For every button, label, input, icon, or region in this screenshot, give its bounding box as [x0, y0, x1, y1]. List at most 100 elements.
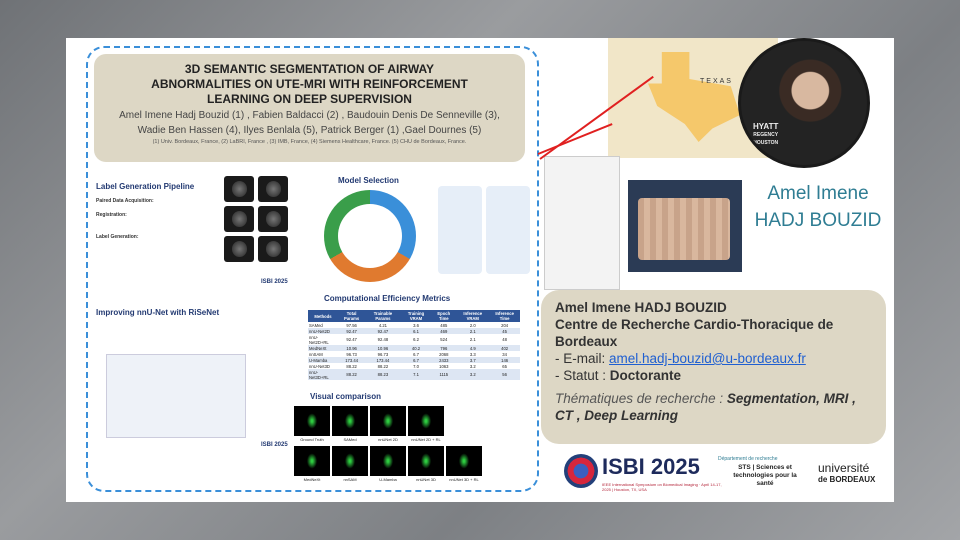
table-cell: 3.2 [456, 369, 490, 380]
crowd-image [638, 198, 730, 260]
table-header-cell: Epoch Time [431, 310, 457, 322]
status-value: Doctorante [609, 368, 682, 383]
poster-title-box: 3D SEMANTIC SEGMENTATION OF AIRWAY ABNOR… [94, 54, 525, 162]
table-cell: 92.47 [346, 337, 357, 342]
dept-label: Département de recherche [718, 456, 778, 462]
segmentation-label: nnUNet 3D [416, 477, 436, 482]
poster-thumbnail [544, 156, 620, 290]
table-cell: 1115 [431, 369, 457, 380]
presenter-portrait: HYATT REGENCY HOUSTON [738, 38, 870, 168]
segmentation-image [294, 406, 330, 436]
hotel-sign-line: HYATT [753, 122, 779, 131]
table-cell: nnU-Net3D+RL [308, 369, 339, 380]
efficiency-title: Computational Efficiency Metrics [324, 294, 451, 303]
ct-image [224, 236, 254, 262]
table-header-cell: Methods [308, 310, 339, 322]
table-header-cell: Training VRAM [400, 310, 432, 322]
email-label: - E-mail: [555, 351, 609, 366]
network-diagram [106, 354, 246, 438]
email-link[interactable]: amel.hadj-bouzid@u-bordeaux.fr [609, 351, 806, 366]
isbi-logo-text: ISBI 2025 [602, 454, 700, 479]
poster-affiliations: (1) Univ. Bordeaux, France, (2) LaBRI, F… [152, 139, 467, 145]
label-pipeline-title: Label Generation Pipeline [96, 182, 195, 191]
table-cell: 88.22 [338, 369, 366, 380]
segmentation-label: U-Mamba [379, 477, 397, 482]
table-cell: nnU-Net2D+RL [309, 334, 329, 345]
ct-image [224, 176, 254, 202]
presenter-info-box: Amel Imene HADJ BOUZID Centre de Recherc… [541, 290, 886, 444]
isbi-mark-icon [564, 454, 598, 488]
group-photo [628, 180, 742, 272]
university-name: université de BORDEAUX [818, 462, 875, 486]
table-row: nnU-Net3D+RL 88.22 88.23 7.1 1115 3.2 56 [308, 369, 520, 380]
segmentation-label: Ground Truth [300, 437, 324, 442]
segmentation-image [370, 446, 406, 476]
university-sub: de BORDEAUX [818, 475, 876, 484]
table-header-cell: Total Params [338, 310, 366, 322]
table-cell: 524 [440, 337, 448, 342]
table-header-cell: Trainable Params [365, 310, 401, 322]
ct-image [224, 206, 254, 232]
texas-shape [648, 52, 740, 142]
table-cell: 7.1 [400, 369, 432, 380]
info-email-row: - E-mail: amel.hadj-bouzid@u-bordeaux.fr [555, 350, 872, 367]
slide: 3D SEMANTIC SEGMENTATION OF AIRWAY ABNOR… [66, 38, 894, 502]
isbi-logo-subtitle: IEEE International Symposium on Biomedic… [602, 482, 722, 492]
segmentation-label: nnUNet 2D + RL [411, 437, 441, 442]
nnunet-section-title: Improving nnU-Net with RiSeNet [96, 308, 220, 317]
model-notes-box [486, 186, 530, 274]
table-cell: 92.48 [377, 337, 389, 342]
presenter-name-big: Amel Imene HADJ BOUZID [752, 180, 884, 234]
table-cell: 48 [502, 337, 507, 342]
segmentation-label: MedNeXt [303, 477, 321, 482]
segmentation-image [332, 406, 368, 436]
table-row: nnU-Net2D+RL 92.47 92.48 6.2 524 2.1 48 [308, 334, 520, 345]
table-cell: 2.1 [469, 337, 476, 342]
segmentation-image [446, 446, 482, 476]
isbi-small-logo: ISBI 2025 [261, 279, 288, 285]
model-selection-title: Model Selection [338, 176, 399, 185]
isbi-logo: ISBI 2025 IEEE International Symposium o… [564, 452, 722, 494]
poster-authors-line1: Amel Imene Hadj Bouzid (1) , Fabien Bald… [119, 110, 500, 121]
efficiency-table: Methods Total Params Trainable Params Train… [308, 310, 520, 380]
model-notes-box [438, 186, 482, 274]
segmentation-image [294, 446, 330, 476]
table-cell: 56 [489, 369, 520, 380]
info-lab: Centre de Recherche Cardio-Thoracique de… [555, 317, 834, 349]
ct-image [258, 236, 288, 262]
university-word: université [818, 461, 870, 475]
segmentation-label: SAMed [343, 437, 357, 442]
presenter-first-name: Amel Imene [767, 183, 869, 204]
poster-authors-line2: Wadie Ben Hassen (4), Ilyes Benlala (5),… [137, 125, 482, 136]
hotel-sign-line: REGENCY [753, 132, 779, 138]
info-status-row: - Statut : Doctorante [555, 367, 872, 384]
ct-image [258, 176, 288, 202]
presenter-last-name: HADJ BOUZID [754, 210, 882, 231]
segmentation-label: nnUNet 3D + RL [449, 477, 479, 482]
model-selection-donut [324, 190, 416, 282]
table-cell: 88.23 [365, 369, 401, 380]
segmentation-label: nnUNet 2D [378, 437, 398, 442]
sts-label: STS | Sciences et technologies pour la s… [733, 464, 797, 487]
paired-data-label: Paired Data Acquisition: [96, 198, 154, 204]
info-themes-row: Thématiques de recherche : Segmentation,… [555, 390, 872, 424]
table-header-cell: Inference Time [489, 310, 520, 322]
isbi-small-logo: ISBI 2025 [261, 442, 288, 448]
segmentation-label: nnSAM [343, 477, 357, 482]
themes-label: Thématiques de recherche : [555, 391, 727, 406]
ct-image [258, 206, 288, 232]
segmentation-image [408, 406, 444, 436]
hotel-sign-line: HOUSTON [753, 140, 779, 146]
info-name: Amel Imene HADJ BOUZID [555, 300, 727, 315]
table-cell: 6.2 [413, 337, 419, 342]
segmentation-image [408, 446, 444, 476]
table-header-cell: Inference VRAM [456, 310, 490, 322]
ubordeaux-logo: Département de recherche STS | Sciences … [718, 456, 888, 496]
poster-title: 3D SEMANTIC SEGMENTATION OF AIRWAY ABNOR… [151, 62, 468, 106]
visual-comparison-title: Visual comparison [310, 392, 381, 401]
label-generation-label: Label Generation: [96, 234, 139, 240]
registration-label: Registration: [96, 212, 127, 218]
status-label: - Statut : [555, 368, 610, 383]
hotel-sign: HYATT REGENCY HOUSTON [753, 123, 778, 147]
map-state-label: TEXAS [700, 78, 733, 85]
